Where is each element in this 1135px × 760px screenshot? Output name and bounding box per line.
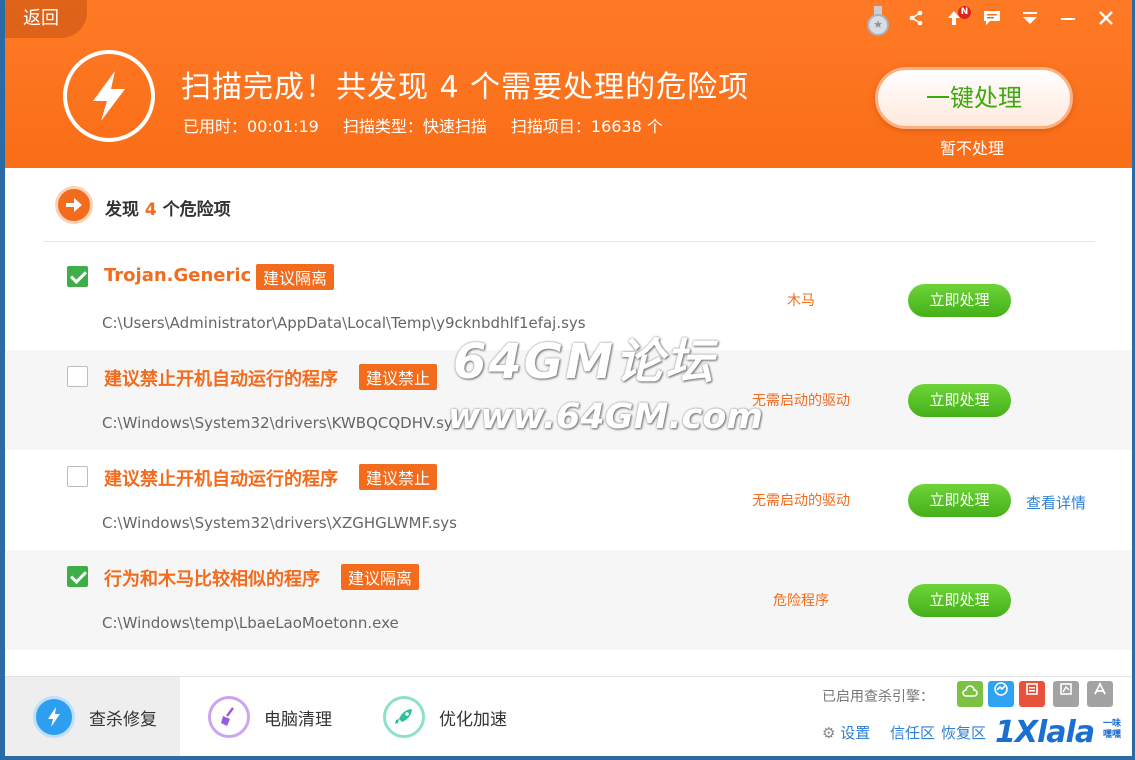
scan-result-title: 扫描完成！共发现 4 个需要处理的危险项 (181, 70, 750, 105)
minimize-icon[interactable] (1056, 9, 1080, 33)
threat-checkbox[interactable] (67, 266, 88, 287)
avira-engine-icon[interactable] (1087, 681, 1113, 707)
brand-logo: 1Xlala (995, 715, 1095, 750)
scan-result-header: 返回 ★ N 扫描完成！共发现 4 个需要处理的危险项 已用时：00:01:19… (5, 0, 1132, 168)
skip-link[interactable]: 暂不处理 (940, 135, 1004, 159)
cloud-engine-icon[interactable] (957, 681, 983, 707)
threat-name: 建议禁止开机自动运行的程序 (104, 369, 338, 390)
recommendation-tag: 建议禁止 (359, 464, 438, 490)
threat-checkbox[interactable] (67, 466, 88, 487)
warning-arrow-icon (55, 186, 93, 224)
qex-engine-icon[interactable] (1019, 681, 1045, 707)
menu-icon[interactable] (1018, 9, 1042, 33)
back-button[interactable]: 返回 (5, 0, 87, 38)
threat-row: 行为和木马比较相似的程序 建议隔离 C:\Windows\temp\LbaeLa… (5, 550, 1132, 650)
brand-logo-sub: 一味 嘿嘿 (1103, 719, 1122, 740)
trust-zone-link[interactable]: 信任区 (890, 722, 935, 743)
threat-list: Trojan.Generic 建议隔离 C:\Users\Administrat… (5, 250, 1132, 650)
window-controls: ★ N (866, 5, 1118, 36)
rocket-icon (383, 696, 425, 738)
gear-icon: ⚙ (822, 724, 836, 742)
threat-name: 行为和木马比较相似的程序 (104, 569, 320, 590)
fix-now-button[interactable]: 立即处理 (908, 484, 1011, 517)
security-app-window: 返回 ★ N 扫描完成！共发现 4 个需要处理的危险项 已用时：00:01:19… (5, 0, 1132, 756)
window-bottom-edge (0, 756, 1135, 760)
view-details-link[interactable]: 查看详情 (1026, 492, 1086, 513)
threat-checkbox[interactable] (67, 366, 88, 387)
watermark-url: www.64GM.com (448, 397, 763, 437)
footer-bar: 查杀修复 电脑清理 优化加速 已启用查杀引擎： ⚙ 设置 信任区 恢复区 1Xl… (5, 676, 1132, 756)
share-icon[interactable] (904, 9, 928, 33)
tab-optimize-speed[interactable]: 优化加速 (355, 677, 530, 756)
broom-icon (208, 696, 250, 738)
scan-type: 扫描类型：快速扫描 (342, 117, 487, 136)
scan-meta: 已用时：00:01:19 扫描类型：快速扫描 扫描项目：16638 个 (183, 113, 663, 137)
fix-all-button[interactable]: 一键处理 (875, 67, 1073, 129)
close-icon[interactable] (1094, 9, 1118, 33)
divider (43, 241, 1095, 242)
threat-name: Trojan.Generic (104, 265, 252, 286)
recommendation-tag: 建议隔离 (341, 564, 420, 590)
threat-checkbox[interactable] (67, 566, 88, 587)
file-path: C:\Windows\temp\LbaeLaoMoetonn.exe (102, 614, 399, 632)
threat-count: 4 (144, 200, 157, 220)
scan-item-count: 扫描项目：16638 个 (510, 117, 663, 136)
fix-now-button[interactable]: 立即处理 (908, 384, 1011, 417)
watermark-title: 64GM论坛 (453, 334, 715, 390)
kernel-engine-icon[interactable] (1053, 681, 1079, 707)
threat-summary: 发现 4 个危险项 (105, 200, 231, 220)
notification-badge: N (958, 5, 971, 19)
elapsed-time: 已用时：00:01:19 (183, 117, 319, 136)
settings-link[interactable]: ⚙ 设置 (822, 722, 870, 743)
update-icon[interactable]: N (942, 5, 971, 34)
engines-label: 已启用查杀引擎： (822, 689, 934, 705)
threat-type: 木马 (787, 293, 815, 309)
threat-type: 危险程序 (773, 593, 829, 609)
qvm-engine-icon[interactable] (988, 681, 1014, 707)
recommendation-tag: 建议禁止 (359, 364, 438, 390)
threat-type: 无需启动的驱动 (752, 493, 850, 509)
threat-name: 建议禁止开机自动运行的程序 (104, 469, 338, 490)
restore-zone-link[interactable]: 恢复区 (941, 722, 986, 743)
medal-icon[interactable]: ★ (866, 6, 890, 36)
threat-row: 建议禁止开机自动运行的程序 建议禁止 C:\Windows\System32\d… (5, 450, 1132, 550)
fix-now-button[interactable]: 立即处理 (908, 284, 1011, 317)
feedback-icon[interactable] (980, 9, 1004, 33)
bolt-icon (33, 696, 75, 738)
tab-scan-repair[interactable]: 查杀修复 (5, 677, 180, 756)
tab-pc-cleanup[interactable]: 电脑清理 (180, 677, 355, 756)
bolt-icon (63, 50, 155, 142)
file-path: C:\Windows\System32\drivers\XZGHGLWMF.sy… (102, 514, 457, 532)
fix-now-button[interactable]: 立即处理 (908, 584, 1011, 617)
file-path: C:\Windows\System32\drivers\KWBQCQDHV.sy… (102, 414, 461, 432)
recommendation-tag: 建议隔离 (256, 264, 335, 290)
